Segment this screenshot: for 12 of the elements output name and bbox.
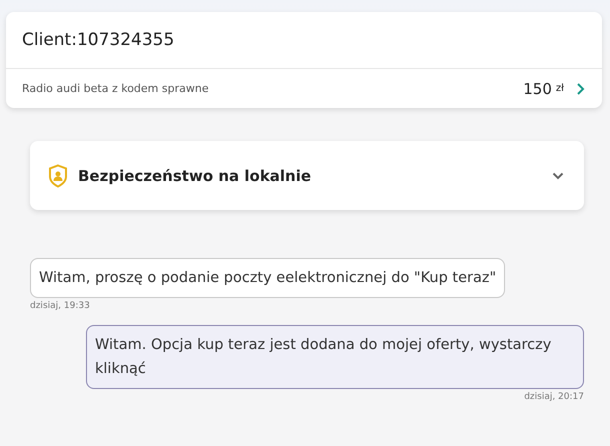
safety-accordion[interactable]: Bezpieczeństwo na lokalnie	[30, 141, 584, 210]
item-name: Radio audi beta z kodem sprawne	[22, 82, 210, 95]
sent-message: Witam. Opcja kup teraz jest dodana do mojej oferty, wystarczy kliknąć	[86, 325, 584, 389]
chevron-right-icon[interactable]	[576, 82, 586, 96]
client-title: Client:107324355	[22, 30, 174, 50]
section-title: Bezpieczeństwo na lokalnie	[78, 166, 312, 184]
shield-person-icon	[48, 164, 68, 188]
received-message: Witam, proszę o podanie poczty eelektronicznej do "Kup teraz"	[30, 258, 506, 298]
message-time: dzisiaj, 19:33	[30, 301, 90, 311]
price: 150	[523, 80, 552, 98]
message-time: dzisiaj, 20:17	[524, 392, 584, 402]
currency: zł	[556, 83, 564, 94]
